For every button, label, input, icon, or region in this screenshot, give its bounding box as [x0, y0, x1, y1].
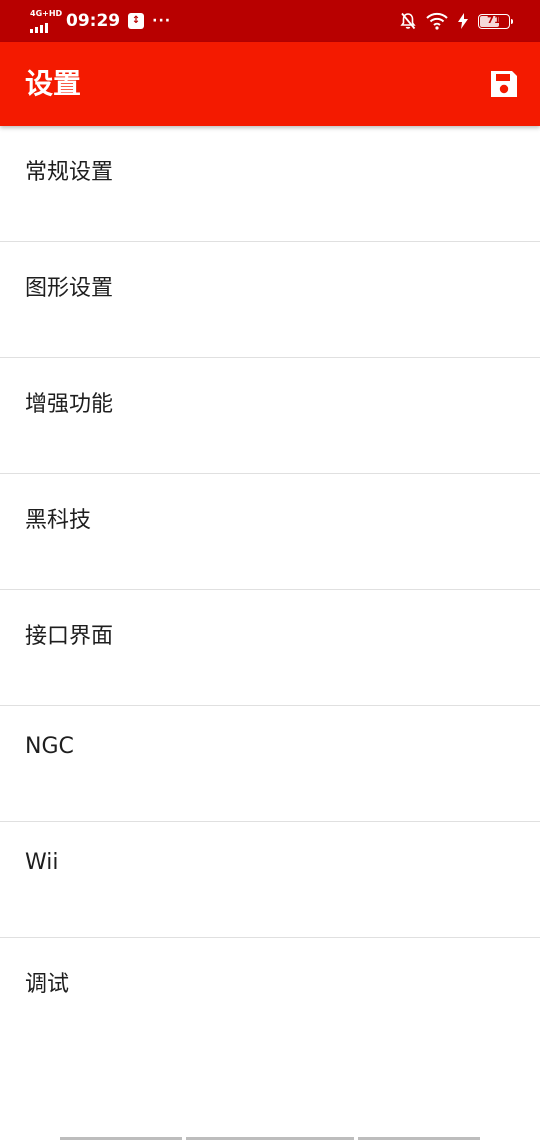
cellular-signal-icon: 4G+HD [28, 7, 62, 35]
network-type-label: 4G+HD [30, 9, 63, 18]
settings-menu: 常规设置 图形设置 增强功能 黑科技 接口界面 NGC Wii 调试 [0, 126, 540, 1054]
page-title: 设置 [25, 67, 82, 100]
signal-bars [30, 23, 48, 33]
menu-item-ngc[interactable]: NGC [0, 706, 540, 822]
menu-item-interface[interactable]: 接口界面 [0, 590, 540, 706]
status-left: 4G+HD 09:29 ↕ ··· [28, 0, 171, 42]
bell-off-icon [400, 12, 416, 30]
usb-icon: ↕ [128, 13, 145, 29]
menu-item-graphics-settings[interactable]: 图形设置 [0, 242, 540, 358]
menu-item-debug[interactable]: 调试 [0, 938, 540, 1054]
menu-item-enhancements[interactable]: 增强功能 [0, 358, 540, 474]
status-right: 71 [400, 0, 513, 42]
status-bar: 4G+HD 09:29 ↕ ··· 71 [0, 0, 540, 42]
menu-item-wii[interactable]: Wii [0, 822, 540, 938]
wifi-icon [426, 12, 448, 30]
battery-icon: 71 [478, 13, 513, 29]
app-bar: 设置 [0, 42, 540, 126]
menu-item-hacks[interactable]: 黑科技 [0, 474, 540, 590]
battery-level: 71 [487, 14, 501, 26]
menu-item-general-settings[interactable]: 常规设置 [0, 126, 540, 242]
status-time: 09:29 [66, 11, 121, 31]
more-notifications-icon: ··· [152, 13, 172, 29]
save-icon[interactable] [488, 68, 520, 100]
charging-bolt-icon [458, 13, 468, 29]
